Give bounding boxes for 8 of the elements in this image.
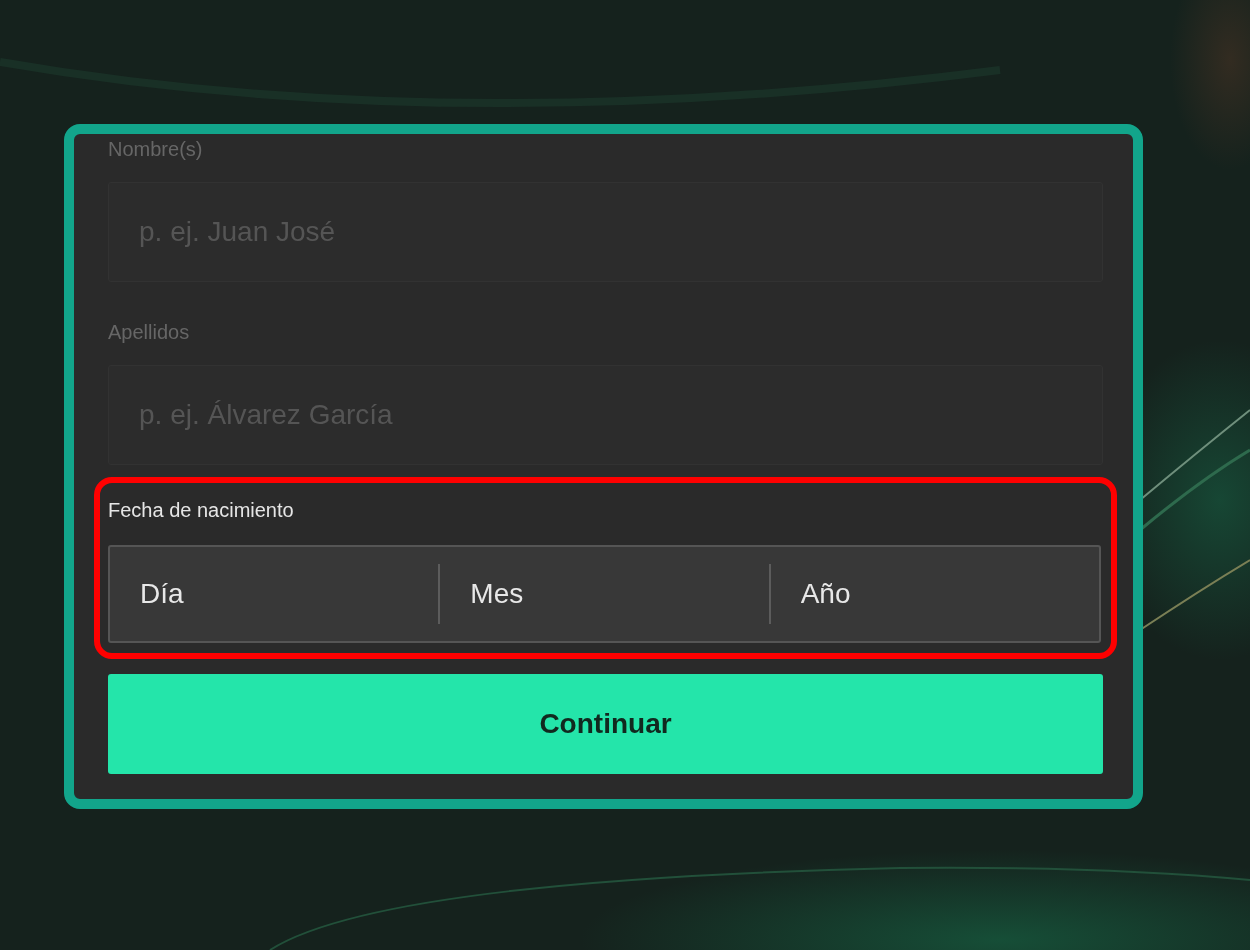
date-segment-field[interactable]: Día [110,547,439,641]
date-segment-field[interactable]: Mes [440,547,769,641]
date-segment-field[interactable]: Año [770,547,1099,641]
date-field[interactable]: Día Mes Año [108,545,1101,643]
field-label: Nombre(s) [108,137,203,162]
field-label: Apellidos [108,320,190,345]
continue-button[interactable]: Continuar [108,674,1103,774]
field-label: Fecha de nacimiento [108,498,294,523]
